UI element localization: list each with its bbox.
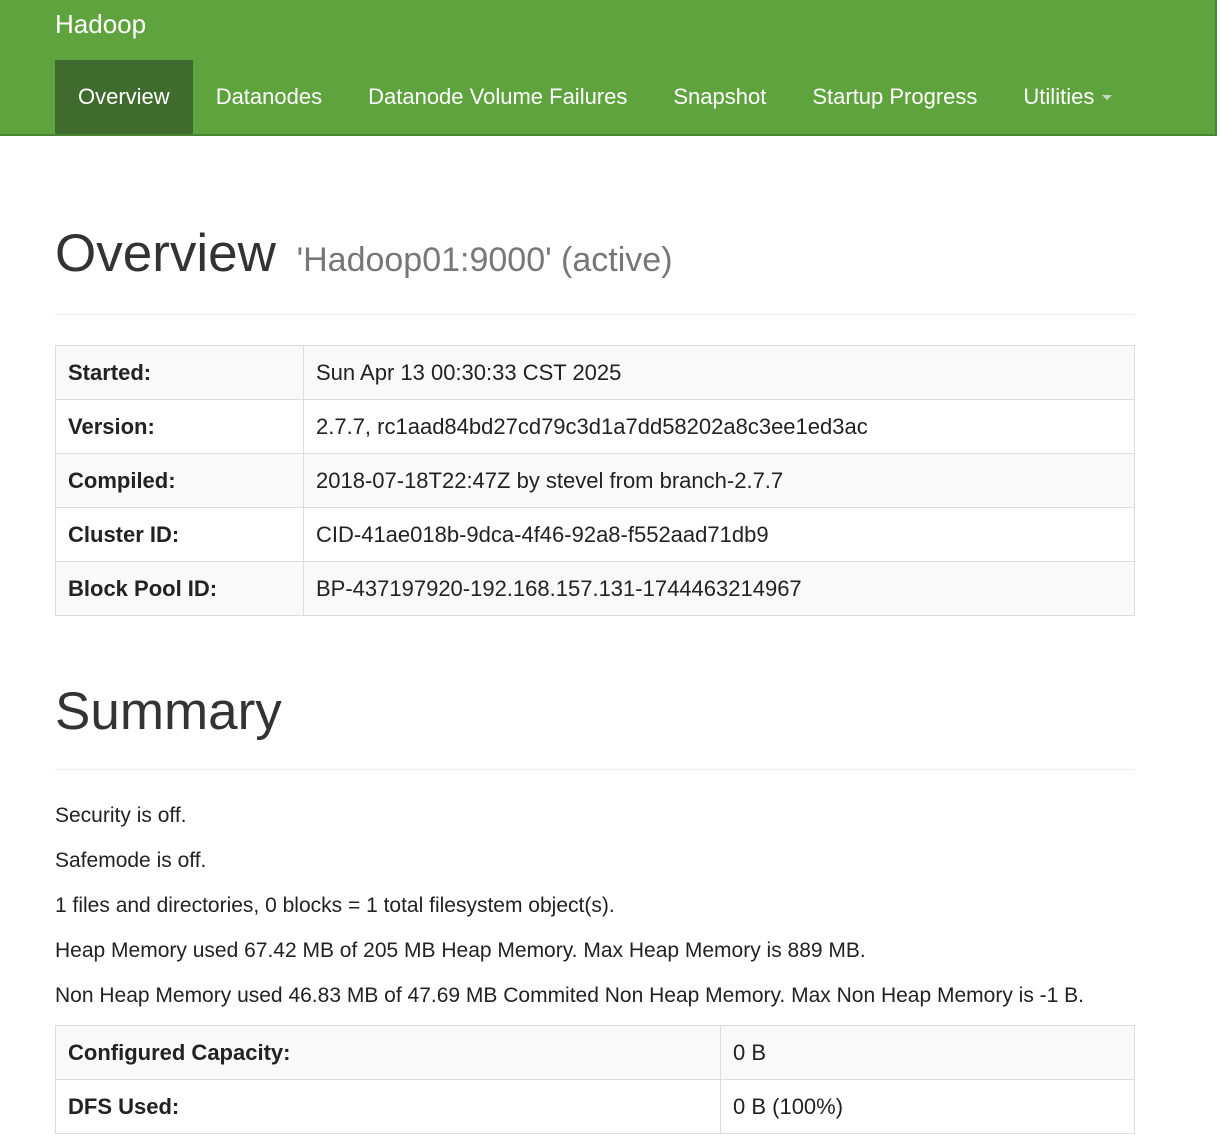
tab-datanode-volume-failures[interactable]: Datanode Volume Failures — [345, 60, 650, 134]
row-value: BP-437197920-192.168.157.131-17444632149… — [303, 561, 1135, 616]
table-row: Version: 2.7.7, rc1aad84bd27cd79c3d1a7dd5… — [55, 399, 1135, 454]
tab-label: Datanodes — [215, 84, 323, 109]
security-status: Security is off. — [55, 804, 187, 827]
row-key: Block Pool ID: — [55, 561, 304, 616]
page-subtitle: 'Hadoop01:9000' (active) — [296, 241, 673, 279]
row-key: Started: — [55, 345, 304, 400]
tab-label: Overview — [78, 84, 170, 109]
row-key: Configured Capacity: — [55, 1025, 721, 1080]
top-navbar: Hadoop Overview Datanodes Datanode Volum… — [0, 0, 1217, 136]
row-key: Compiled: — [55, 453, 304, 508]
filesystem-objects: 1 files and directories, 0 blocks = 1 to… — [55, 894, 615, 917]
table-row: Block Pool ID: BP-437197920-192.168.157.1… — [55, 561, 1135, 616]
row-value: CID-41ae018b-9dca-4f46-92a8-f552aad71db9 — [303, 507, 1135, 562]
summary-table: Configured Capacity: 0 B DFS Used: 0 B (10… — [55, 1025, 1135, 1134]
row-value: 2018-07-18T22:47Z by stevel from branch-… — [303, 453, 1135, 508]
table-row: Started: Sun Apr 13 00:30:33 CST 2025 — [55, 345, 1135, 400]
row-key: Version: — [55, 399, 304, 454]
table-row: Configured Capacity: 0 B — [55, 1025, 1135, 1080]
tab-label: Datanode Volume Failures — [368, 84, 628, 109]
tab-label: Startup Progress — [812, 84, 978, 109]
row-key: DFS Used: — [55, 1079, 721, 1134]
row-key: Cluster ID: — [55, 507, 304, 562]
row-value: Sun Apr 13 00:30:33 CST 2025 — [303, 345, 1135, 400]
row-value: 0 B — [720, 1025, 1135, 1080]
brand-logo[interactable]: Hadoop — [55, 6, 146, 42]
tab-overview[interactable]: Overview — [55, 60, 193, 134]
divider — [55, 769, 1135, 770]
overview-table: Started: Sun Apr 13 00:30:33 CST 2025 Ver… — [55, 345, 1135, 616]
safemode-status: Safemode is off. — [55, 849, 207, 872]
row-value: 2.7.7, rc1aad84bd27cd79c3d1a7dd58202a8c3… — [303, 399, 1135, 454]
tab-startup-progress[interactable]: Startup Progress — [789, 60, 1000, 134]
table-row: Cluster ID: CID-41ae018b-9dca-4f46-92a8-f… — [55, 507, 1135, 562]
nav-tabs: Overview Datanodes Datanode Volume Failu… — [55, 60, 1135, 134]
page-title: Overview 'Hadoop01:9000' (active) — [55, 222, 673, 292]
non-heap-memory: Non Heap Memory used 46.83 MB of 47.69 M… — [55, 984, 1085, 1007]
row-value: 0 B (100%) — [720, 1079, 1135, 1134]
tab-datanodes[interactable]: Datanodes — [193, 60, 345, 134]
summary-title: Summary — [55, 682, 282, 741]
table-row: Compiled: 2018-07-18T22:47Z by stevel fro… — [55, 453, 1135, 508]
tab-label: Snapshot — [673, 84, 767, 109]
page-title-text: Overview — [55, 224, 276, 283]
heap-memory: Heap Memory used 67.42 MB of 205 MB Heap… — [55, 939, 866, 962]
table-row: DFS Used: 0 B (100%) — [55, 1079, 1135, 1134]
divider — [55, 314, 1135, 315]
tab-label: Utilities — [1023, 84, 1095, 109]
tab-snapshot[interactable]: Snapshot — [650, 60, 789, 134]
caret-down-icon — [1102, 94, 1113, 100]
tab-utilities-dropdown[interactable]: Utilities — [1000, 60, 1135, 134]
